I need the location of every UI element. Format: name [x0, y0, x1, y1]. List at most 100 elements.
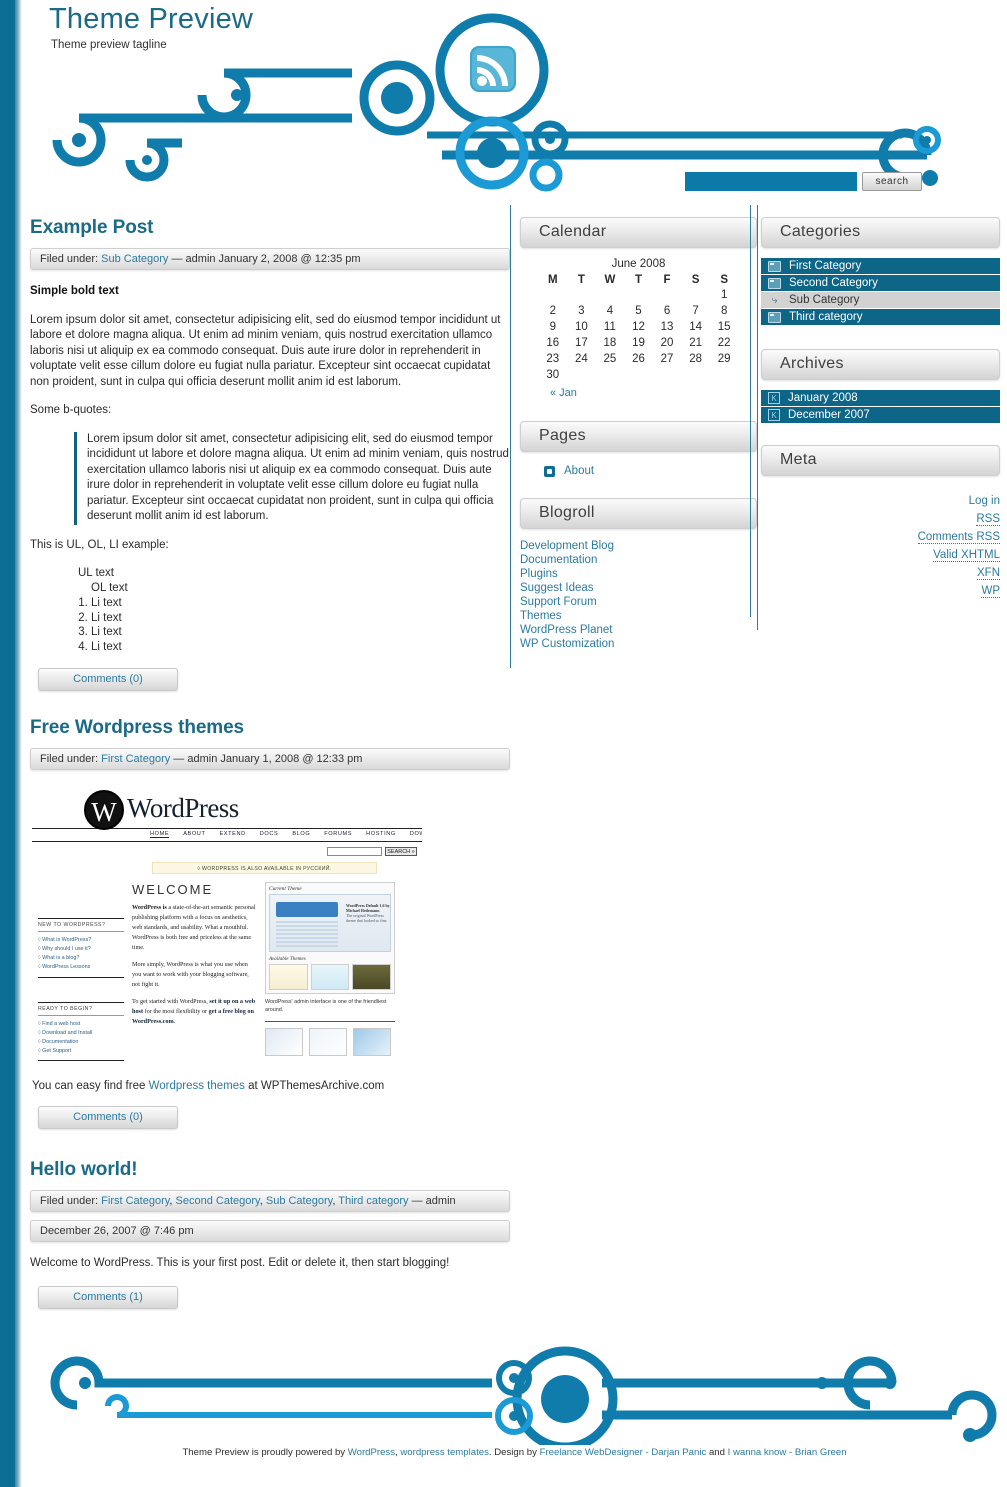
search-input[interactable]: [685, 172, 857, 191]
themes-credit-line: You can easy find free Wordpress themes …: [32, 1080, 510, 1092]
list-example: UL text OL text Li text Li text Li text …: [30, 566, 510, 654]
category-link[interactable]: First Category: [101, 1195, 169, 1207]
post-meta-bar: Filed under: Sub Category — admin Januar…: [30, 248, 510, 270]
wp-nav-item: EXTEND: [219, 831, 246, 837]
calendar-icon: K: [768, 392, 780, 404]
category-link[interactable]: Second Category: [176, 1195, 260, 1207]
footer-link-designer[interactable]: Freelance WebDesigner - Darjan Panic: [540, 1447, 707, 1458]
calendar-day: [653, 287, 682, 303]
wp-theme-panel: Current Theme WordPress Default 1.6 by M…: [265, 882, 395, 994]
wp-welcome-heading: WELCOME: [132, 882, 214, 897]
widget-archives: Archives K January 2008 K December 2007: [761, 349, 1000, 423]
folder-icon: [768, 311, 781, 323]
archive-link[interactable]: December 2007: [788, 409, 870, 421]
meta-link-valid-xhtml[interactable]: Valid XHTML: [933, 549, 1000, 562]
calendar-day: 1: [720, 289, 728, 301]
calendar-day: [681, 367, 710, 383]
category-link[interactable]: First Category: [101, 753, 170, 765]
comments-button[interactable]: Comments (1): [38, 1285, 178, 1309]
blogroll-link[interactable]: Support Forum: [520, 596, 597, 608]
category-link[interactable]: Sub Category: [101, 253, 168, 265]
wp-p3e: .: [173, 1018, 176, 1025]
calendar-day: 5: [635, 305, 642, 317]
day-name: T: [577, 274, 585, 286]
footer-link-templates[interactable]: wordpress templates: [400, 1447, 489, 1458]
footer-decoration: [50, 1346, 997, 1445]
blogroll-link[interactable]: WordPress Planet: [520, 624, 612, 636]
wp-link: Find a web host: [38, 1020, 124, 1029]
wordpress-screenshot-image: W WordPress HOME ABOUT EXTEND DOCS BLOG …: [32, 788, 422, 1068]
blogroll-link[interactable]: Documentation: [520, 554, 597, 566]
footer-link-wordpress[interactable]: WordPress: [348, 1447, 395, 1458]
calendar-week-row: 30: [539, 367, 739, 383]
day-name: T: [634, 274, 642, 286]
meta-link-rss[interactable]: RSS: [976, 513, 1000, 526]
comments-button[interactable]: Comments (0): [38, 1106, 178, 1129]
calendar-day: [596, 367, 625, 383]
post-hello-world: Hello world! Filed under: First Category…: [30, 1159, 510, 1309]
wordpress-themes-link[interactable]: Wordpress themes: [149, 1080, 245, 1092]
wp-ready-head: READY TO BEGIN?: [38, 1002, 124, 1016]
calendar-day: 21: [689, 337, 702, 349]
blogroll-link[interactable]: WP Customization: [520, 638, 614, 650]
blogroll-link[interactable]: Themes: [520, 610, 562, 622]
rss-icon: [470, 46, 516, 92]
comments-button[interactable]: Comments (0): [38, 668, 178, 691]
meta-link-wp[interactable]: WP: [981, 585, 1000, 598]
wp-theme-preview: WordPress Default 1.6 by Michael Heilema…: [269, 894, 391, 952]
calendar-day: [624, 367, 653, 383]
categories-list: First Category Second Category ⤷ Sub Cat…: [761, 258, 1000, 325]
wp-link: Download and Install: [38, 1029, 124, 1038]
widget-blogroll: Blogroll Development Blog Documentation …: [520, 498, 757, 651]
themes-text-before: You can easy find free: [32, 1080, 149, 1092]
wp-p3c: for the most flexibility or: [143, 1008, 209, 1015]
blogroll-link[interactable]: Development Blog: [520, 540, 614, 552]
day-name: W: [604, 274, 616, 286]
list-item: Documentation: [520, 553, 757, 567]
archive-item[interactable]: K December 2007: [761, 407, 1000, 423]
page-link[interactable]: About: [564, 465, 594, 477]
category-item[interactable]: Third category: [761, 309, 1000, 325]
footer-link-iwannaknow[interactable]: I wanna know - Brian Green: [728, 1447, 847, 1458]
site-header: Theme Preview Theme preview tagline sear…: [22, 0, 1007, 205]
category-link[interactable]: Sub Category: [266, 1195, 332, 1207]
calendar-prev-link[interactable]: « Jan: [550, 387, 577, 399]
blogroll-link[interactable]: Plugins: [520, 568, 558, 580]
calendar-caption: June 2008: [611, 258, 666, 270]
wordpress-wordmark: WordPress: [127, 793, 239, 823]
wp-ready-links: Find a web host Download and Install Doc…: [38, 1020, 124, 1056]
category-link[interactable]: Third category: [789, 311, 863, 323]
meta-link-login[interactable]: Log in: [969, 495, 1000, 507]
post-blockquote: Lorem ipsum dolor sit amet, consectetur …: [74, 431, 510, 525]
main-column: Example Post Filed under: Sub Category —…: [30, 205, 510, 1315]
wp-new-links: What is WordPress? Why should I use it? …: [38, 936, 124, 972]
archive-link[interactable]: January 2008: [788, 392, 858, 404]
calendar-day: 4: [606, 305, 614, 317]
archive-item[interactable]: K January 2008: [761, 390, 1000, 406]
search-submit-button[interactable]: search: [862, 172, 922, 191]
meta-link-xfn[interactable]: XFN: [977, 567, 1000, 580]
pages-list: About: [520, 462, 757, 480]
list-item: Support Forum: [520, 595, 757, 609]
wp-theme-name: WordPress Default 1.6 by Michael Heilema…: [346, 903, 390, 913]
day-name: S: [720, 274, 729, 286]
comma: ,: [169, 1195, 173, 1207]
category-item[interactable]: Second Category: [761, 275, 1000, 291]
calendar-day: 11: [603, 321, 616, 333]
category-link[interactable]: Sub Category: [789, 294, 859, 306]
calendar-day: 29: [717, 353, 731, 365]
category-link[interactable]: Third category: [338, 1195, 408, 1207]
category-item[interactable]: First Category: [761, 258, 1000, 274]
calendar-day: [710, 367, 739, 383]
post-meta-bar: Filed under: First Category, Second Cate…: [30, 1190, 510, 1212]
list-item: About: [544, 462, 757, 480]
category-item-sub[interactable]: ⤷ Sub Category: [761, 292, 1000, 308]
meta-link-comments-rss[interactable]: Comments RSS: [917, 531, 1000, 544]
search-form: search: [685, 172, 922, 191]
blogroll-link[interactable]: Suggest Ideas: [520, 582, 594, 594]
category-link[interactable]: Second Category: [789, 277, 878, 289]
wp-link: WordPress Lessons: [38, 963, 124, 972]
blogroll-list: Development Blog Documentation Plugins S…: [520, 539, 757, 651]
category-link[interactable]: First Category: [789, 260, 861, 272]
list-item: Themes: [520, 609, 757, 623]
